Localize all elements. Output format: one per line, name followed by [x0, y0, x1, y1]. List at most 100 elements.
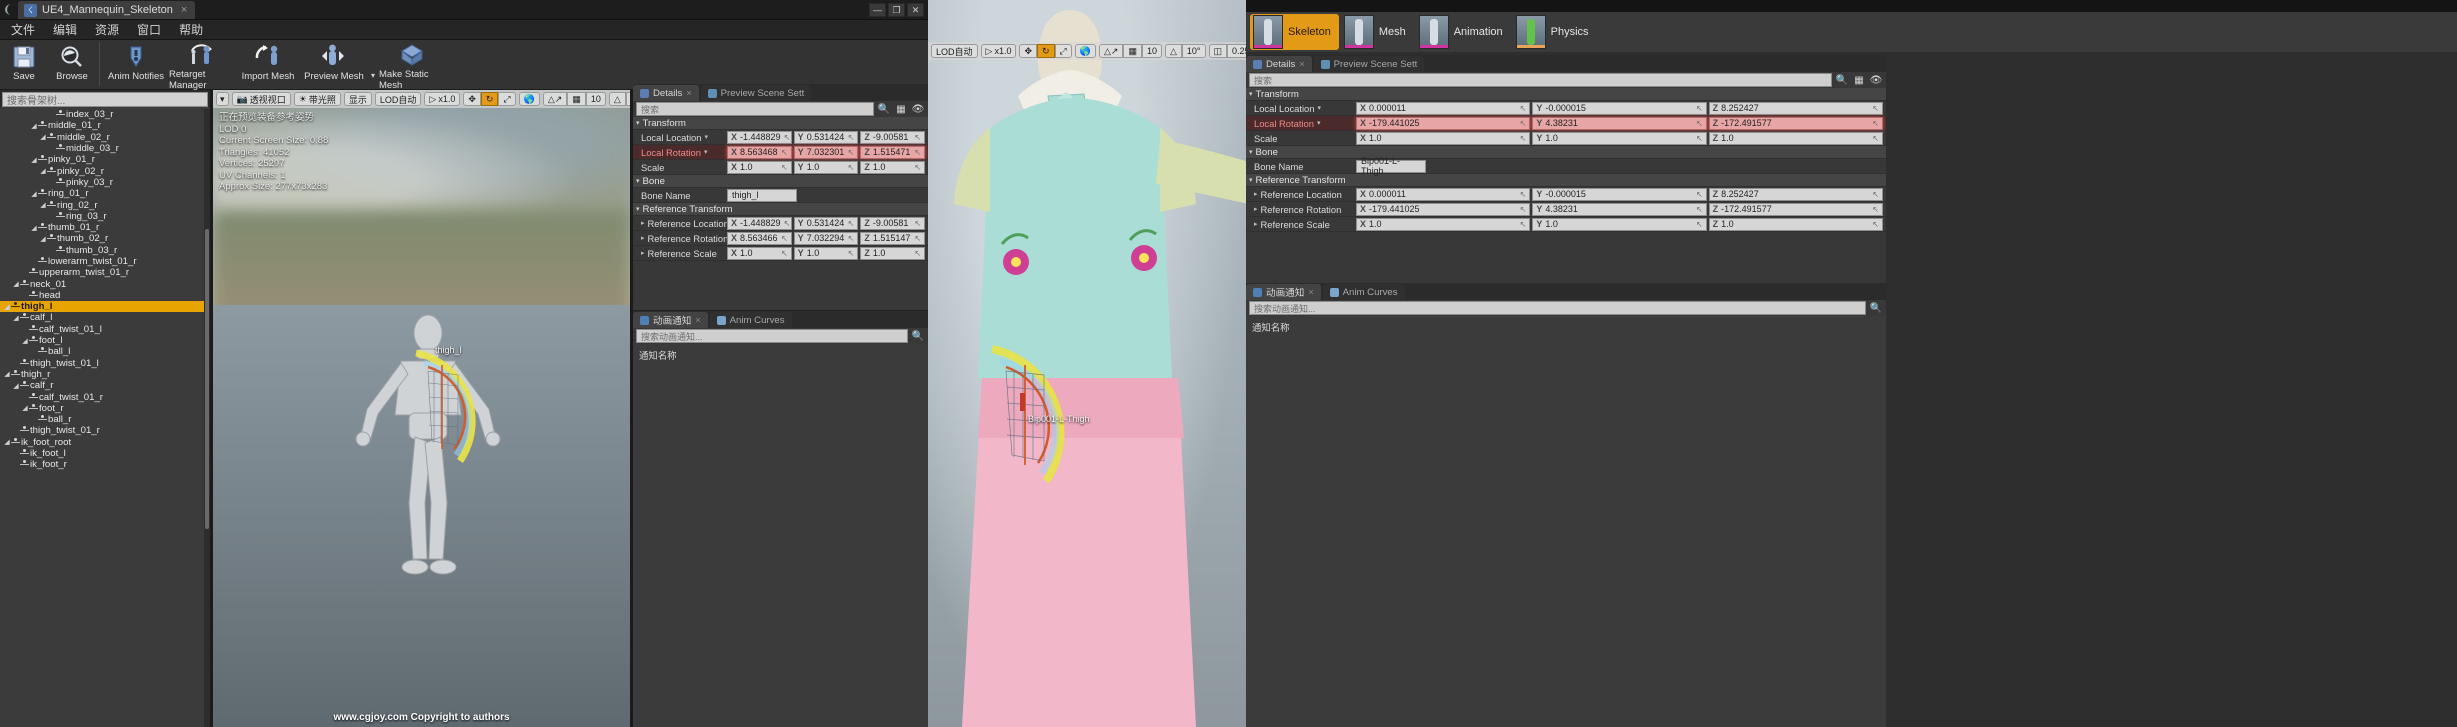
vector-input-x[interactable]: X -1.448829 ↖	[727, 216, 792, 230]
vector-input-y[interactable]: Y 0.531424 ↖	[793, 216, 859, 230]
menu-item-file[interactable]: 文件	[2, 20, 44, 40]
details-section-reference-transform[interactable]: ▾ Reference Transform	[1246, 174, 1886, 187]
vector-input-z[interactable]: Z 1.0 ↖	[860, 246, 926, 260]
coordinate-space-button[interactable]: 🌎	[518, 92, 540, 106]
mode-button-mesh[interactable]: Mesh	[1341, 14, 1414, 50]
skeleton-tree-item-ring_02_r[interactable]: ◢ ring_02_r	[0, 199, 204, 211]
section-collapse-icon[interactable]: ▾	[1249, 90, 1253, 98]
view-mode-perspective-button[interactable]: 📷 透视视口	[231, 92, 291, 106]
reset-value-icon[interactable]: ↖	[848, 219, 855, 228]
bone-name-input[interactable]: Bip001-L-Thigh	[1356, 156, 1426, 176]
skeleton-tree-item-calf_twist_01_r[interactable]: calf_twist_01_r	[0, 391, 204, 403]
vector-input-z[interactable]: Z 1.0 ↖	[860, 160, 926, 174]
skeleton-tree[interactable]: index_03_r ◢ middle_01_r ◢ middle_02_r middle…	[0, 109, 204, 727]
skeleton-tree-item-pinky_02_r[interactable]: ◢ pinky_02_r	[0, 165, 204, 177]
details-section-reference-transform[interactable]: ▾ Reference Transform	[633, 203, 928, 216]
vector-input-y[interactable]: Y 1.0 ↖	[793, 246, 859, 260]
vector-input-x[interactable]: X 1.0 ↖	[727, 160, 792, 174]
vector-input-z[interactable]: Z 1.0 ↖	[1708, 131, 1883, 145]
chevron-down-icon[interactable]: ▾	[704, 148, 708, 156]
expand-arrow-icon[interactable]: ◢	[3, 303, 11, 311]
make-static-mesh-button[interactable]: Make Static Mesh	[379, 40, 445, 91]
expand-arrow-icon[interactable]: ◢	[12, 382, 20, 390]
details-search-input[interactable]: 搜索	[636, 102, 874, 116]
expand-arrow-icon[interactable]: ◢	[12, 314, 20, 322]
grid-snap-toggle-button[interactable]: ▦	[1123, 44, 1142, 58]
tab-details[interactable]: Details ×	[1246, 56, 1312, 72]
reset-value-icon[interactable]: ↖	[1872, 104, 1879, 113]
reset-value-icon[interactable]: ↖	[1520, 104, 1527, 113]
section-collapse-icon[interactable]: ▾	[1249, 148, 1253, 156]
vector-input-y[interactable]: Y -0.000015 ↖	[1532, 101, 1707, 115]
details-section-bone[interactable]: ▾ Bone	[1246, 146, 1886, 159]
rotation-gizmo[interactable]	[398, 345, 508, 475]
reset-value-icon[interactable]: ↖	[1872, 134, 1879, 143]
skeleton-tree-item-ball_r[interactable]: ball_r	[0, 414, 204, 425]
vector-input-x[interactable]: X 1.0 ↖	[727, 246, 792, 260]
grid-snap-value-button[interactable]: 10	[1141, 44, 1162, 58]
skeleton-tree-item-ik_foot_r[interactable]: ik_foot_r	[0, 459, 204, 470]
reset-value-icon[interactable]: ↖	[1520, 220, 1527, 229]
skeleton-tree-item-thumb_03_r[interactable]: thumb_03_r	[0, 245, 204, 256]
reset-value-icon[interactable]: ↖	[781, 249, 788, 258]
retarget-manager-button[interactable]: Retarget Manager	[169, 40, 235, 91]
playback-speed-button[interactable]: ▷ x1.0	[980, 44, 1017, 58]
vector-input-z[interactable]: Z 8.252427 ↖	[1708, 187, 1883, 201]
details-section-transform[interactable]: ▾ Transform	[633, 117, 928, 130]
skeleton-tree-item-index_03_r[interactable]: index_03_r	[0, 109, 204, 120]
search-icon[interactable]: 🔍	[911, 329, 925, 343]
details-section-bone[interactable]: ▾ Bone	[633, 175, 928, 188]
vector-input-y[interactable]: Y 1.0 ↖	[793, 160, 859, 174]
section-collapse-icon[interactable]: ▾	[636, 177, 640, 185]
reset-value-icon[interactable]: ↖	[784, 219, 791, 228]
reset-value-icon[interactable]: ↖	[914, 133, 921, 142]
reset-value-icon[interactable]: ↖	[1872, 119, 1879, 128]
skeleton-tree-search-input[interactable]: 搜索骨架树...	[2, 92, 208, 107]
reset-value-icon[interactable]: ↖	[781, 163, 788, 172]
lod-selector-button[interactable]: LOD自动	[931, 44, 978, 58]
vector-input-y[interactable]: Y 4.38231 ↖	[1532, 202, 1707, 216]
skeleton-tree-item-thigh_l[interactable]: ◢ thigh_l	[0, 301, 204, 313]
section-collapse-icon[interactable]: ▾	[1249, 176, 1253, 184]
skeleton-tree-item-pinky_01_r[interactable]: ◢ pinky_01_r	[0, 154, 204, 165]
menu-item-edit[interactable]: 编辑	[44, 20, 86, 40]
close-icon[interactable]: ×	[686, 88, 691, 98]
asset-tab-ue4-mannequin-skeleton[interactable]: ☇ UE4_Mannequin_Skeleton ×	[18, 1, 196, 19]
reset-value-icon[interactable]: ↖	[914, 219, 921, 228]
reset-value-icon[interactable]: ↖	[1520, 134, 1527, 143]
vector-input-y[interactable]: Y 1.0 ↖	[1532, 131, 1707, 145]
skeleton-tree-item-ik_foot_l[interactable]: ik_foot_l	[0, 448, 204, 459]
expand-arrow-icon[interactable]: ◢	[30, 190, 38, 198]
tab-anim-curves[interactable]: Anim Curves	[709, 312, 792, 328]
skeleton-tree-item-thumb_01_r[interactable]: ◢ thumb_01_r	[0, 222, 204, 233]
reset-value-icon[interactable]: ↖	[1696, 134, 1703, 143]
mode-button-physics[interactable]: Physics	[1513, 14, 1597, 50]
viewport-options-button[interactable]: ▾	[216, 92, 229, 106]
scale-snap-value-button[interactable]: 0.25	[1227, 44, 1246, 58]
panel-divider-left[interactable]	[210, 90, 213, 727]
reset-value-icon[interactable]: ↖	[1696, 205, 1703, 214]
menu-item-help[interactable]: 帮助	[170, 20, 212, 40]
reset-value-icon[interactable]: ↖	[1872, 190, 1879, 199]
reset-value-icon[interactable]: ↖	[914, 249, 921, 258]
reset-value-icon[interactable]: ↖	[1696, 119, 1703, 128]
coordinate-space-button[interactable]: 🌎	[1074, 44, 1096, 58]
vector-input-y[interactable]: Y -0.000015 ↖	[1532, 187, 1707, 201]
angle-snap-toggle-button[interactable]: △	[1164, 44, 1182, 58]
scale-mode-button[interactable]: ⤢	[498, 92, 516, 106]
expand-arrow-icon[interactable]: ◢	[39, 167, 47, 175]
vector-input-z[interactable]: Z -172.491577 ↖	[1708, 202, 1883, 216]
vector-input-x[interactable]: X 0.000011 ↖	[1356, 101, 1531, 115]
tab-details[interactable]: Details ×	[633, 85, 699, 101]
reset-value-icon[interactable]: ↖	[914, 148, 921, 157]
section-collapse-icon[interactable]: ▾	[636, 119, 640, 127]
mode-button-skeleton[interactable]: Skeleton	[1250, 14, 1339, 50]
tab-preview-scene-settings[interactable]: Preview Scene Sett	[700, 85, 812, 101]
reset-value-icon[interactable]: ↖	[1872, 205, 1879, 214]
reset-value-icon[interactable]: ↖	[914, 234, 921, 243]
row-expand-icon[interactable]: ▸	[1254, 205, 1258, 213]
vector-input-y[interactable]: Y 7.032294 ↖	[793, 231, 859, 245]
minimize-button[interactable]: —	[869, 3, 886, 17]
skeleton-tree-item-calf_twist_01_l[interactable]: calf_twist_01_l	[0, 324, 204, 335]
maximize-button[interactable]: ❐	[888, 3, 905, 17]
